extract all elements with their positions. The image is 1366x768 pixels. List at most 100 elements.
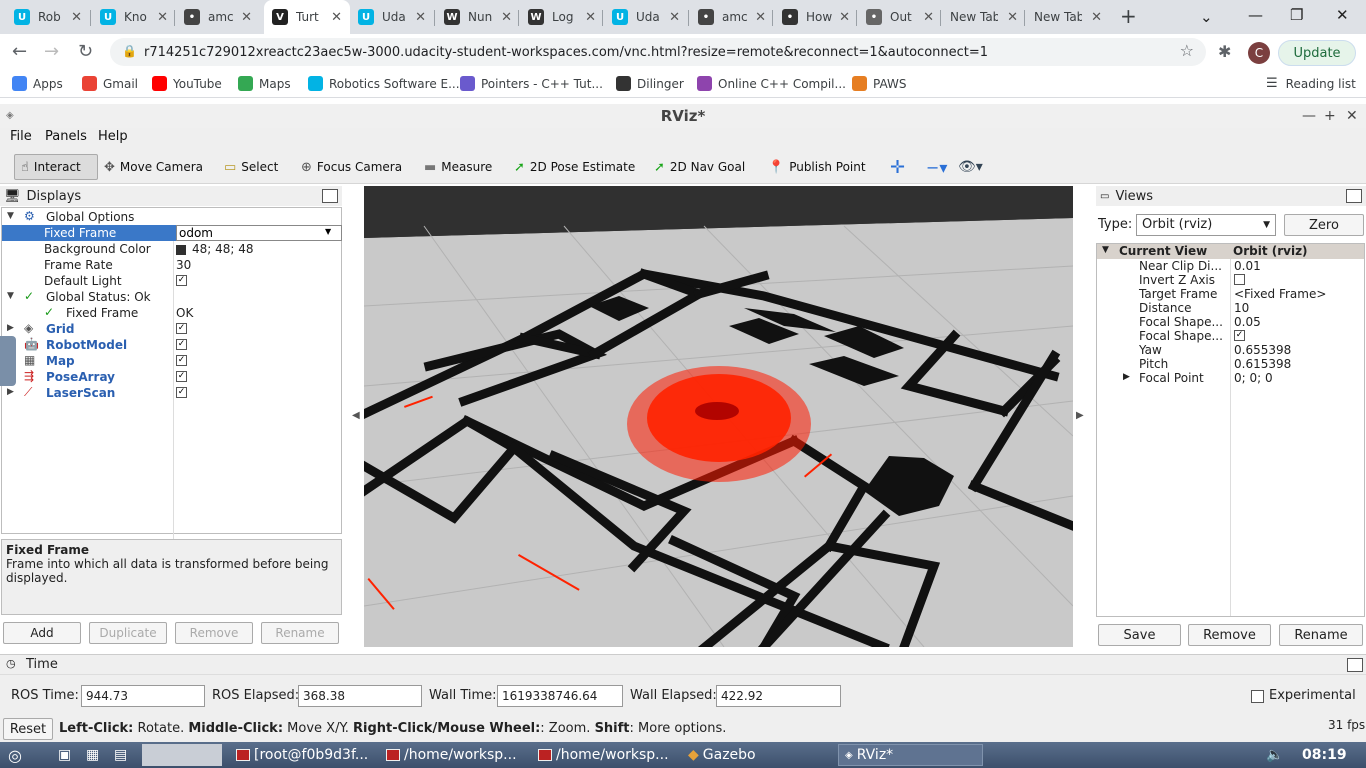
save-view-button[interactable]: Save: [1098, 624, 1181, 646]
tool-2d-pose-estimate[interactable]: ➚ 2D Pose Estimate: [514, 154, 635, 180]
view-prop-checkbox[interactable]: ✓: [1234, 330, 1245, 341]
tab-close-icon[interactable]: ✕: [71, 10, 82, 25]
new-tab-button[interactable]: +: [1120, 4, 1137, 28]
ros-time-field[interactable]: 944.73: [81, 685, 205, 707]
add-tool-plus-icon[interactable]: ✛: [890, 154, 905, 180]
display-row-map[interactable]: ▶▦Map✓: [2, 353, 342, 369]
tool-select[interactable]: ▭ Select: [224, 154, 278, 180]
display-row-global-status-ok[interactable]: ▼ ✓ Global Status: Ok: [2, 289, 342, 305]
tab-close-icon[interactable]: ✕: [501, 10, 512, 25]
file-manager-icon[interactable]: ▣: [58, 744, 71, 766]
tab-close-icon[interactable]: ✕: [1007, 10, 1018, 25]
tab-close-icon[interactable]: ✕: [923, 10, 934, 25]
remove-tool-minus-icon[interactable]: −▾: [926, 154, 947, 180]
extensions-puzzle-icon[interactable]: ✱: [1218, 42, 1231, 61]
browser-tab[interactable]: U Kno ✕: [92, 0, 176, 34]
rviz-3d-viewport[interactable]: [364, 186, 1073, 647]
display-row-laserscan[interactable]: ▶ ⟋ LaserScan ✓: [2, 385, 342, 401]
expand-down-arrow-icon[interactable]: ▼: [7, 291, 14, 301]
tab-close-icon[interactable]: ✕: [669, 10, 680, 25]
browser-tab[interactable]: W Log ✕: [520, 0, 604, 34]
view-prop-row[interactable]: Distance 10: [1097, 301, 1364, 315]
display-row-frame-rate[interactable]: Frame Rate 30: [2, 257, 342, 273]
taskbar-window[interactable]: [root@f0b9d3f...: [236, 744, 368, 766]
view-prop-row[interactable]: Target Frame <Fixed Frame>: [1097, 287, 1364, 301]
tab-close-icon[interactable]: ✕: [585, 10, 596, 25]
bookmark-item[interactable]: Online C++ Compil...: [697, 76, 846, 91]
forward-arrow-icon[interactable]: →: [44, 41, 59, 62]
terminal-launcher-icon[interactable]: ▤: [114, 744, 127, 766]
browser-tab[interactable]: U Rob ✕: [6, 0, 90, 34]
collapse-left-arrow-icon[interactable]: ◀: [352, 410, 360, 421]
bookmark-item[interactable]: Pointers - C++ Tut...: [460, 76, 603, 91]
collapse-right-arrow-icon[interactable]: ▶: [1076, 410, 1084, 421]
display-enabled-checkbox[interactable]: ✓: [176, 387, 187, 398]
experimental-checkbox[interactable]: [1251, 690, 1264, 703]
menu-file[interactable]: File: [10, 129, 32, 144]
reading-list-button[interactable]: ☰ Reading list: [1266, 76, 1356, 91]
browser-tab[interactable]: V Turt ✕: [264, 0, 350, 34]
ros-elapsed-field[interactable]: 368.38: [298, 685, 422, 707]
bookmark-item[interactable]: YouTube: [152, 76, 222, 91]
taskbar-window[interactable]: /home/worksp...: [538, 744, 669, 766]
tab-close-icon[interactable]: ✕: [755, 10, 766, 25]
tab-close-icon[interactable]: ✕: [839, 10, 850, 25]
views-undock-checkbox[interactable]: [1346, 189, 1362, 203]
view-prop-row[interactable]: Focal Shape... 0.05: [1097, 315, 1364, 329]
bookmark-item[interactable]: Maps: [238, 76, 291, 91]
displays-undock-checkbox[interactable]: [322, 189, 338, 203]
rviz-maximize-button[interactable]: +: [1324, 104, 1336, 128]
volume-icon[interactable]: 🔈: [1266, 744, 1283, 766]
bookmark-item[interactable]: Gmail: [82, 76, 138, 91]
display-row-background-color[interactable]: Background Color 48; 48; 48: [2, 241, 342, 257]
display-row-global-options[interactable]: ▼ ⚙ Global Options: [2, 209, 342, 225]
display-enabled-checkbox[interactable]: ✓: [176, 355, 187, 366]
profile-avatar[interactable]: C: [1248, 42, 1270, 64]
display-enabled-checkbox[interactable]: ✓: [176, 323, 187, 334]
bookmark-item[interactable]: Apps: [12, 76, 63, 91]
view-prop-row[interactable]: ▶ Focal Point 0; 0; 0: [1097, 371, 1364, 385]
start-menu-icon[interactable]: ◎: [8, 744, 22, 766]
display-row-fixed-frame[interactable]: Fixed Frame odom ▼: [2, 225, 342, 241]
bookmark-star-icon[interactable]: ☆: [1180, 41, 1194, 60]
display-row-default-light[interactable]: Default Light ✓: [2, 273, 342, 289]
rename-display-button[interactable]: Rename: [261, 622, 339, 644]
current-view-row[interactable]: ▼ Current View Orbit (rviz): [1097, 244, 1364, 259]
display-row-fixed-frame[interactable]: ✓ Fixed Frame OK: [2, 305, 342, 321]
bookmark-item[interactable]: PAWS: [852, 76, 907, 91]
tab-close-icon[interactable]: ✕: [157, 10, 168, 25]
browser-tab[interactable]: W Nun ✕: [436, 0, 520, 34]
expand-right-arrow-icon[interactable]: ▶: [7, 323, 14, 333]
tool-2d-nav-goal[interactable]: ➚ 2D Nav Goal: [654, 154, 745, 180]
display-row-posearray[interactable]: ▶⇶PoseArray✓: [2, 369, 342, 385]
duplicate-display-button[interactable]: Duplicate: [89, 622, 167, 644]
view-prop-row[interactable]: Near Clip Di... 0.01: [1097, 259, 1364, 273]
address-bar[interactable]: 🔒 r714251c729012xreactc23aec5w-3000.udac…: [110, 38, 1206, 66]
system-settings-icon[interactable]: ▦: [86, 744, 99, 766]
side-dock-handle[interactable]: [0, 336, 16, 386]
update-button[interactable]: Update: [1278, 40, 1356, 66]
rviz-close-button[interactable]: ✕: [1346, 104, 1358, 128]
view-prop-row[interactable]: Invert Z Axis: [1097, 273, 1364, 287]
fixed-frame-dropdown-arrow-icon[interactable]: ▼: [325, 227, 331, 236]
tool-move-camera[interactable]: ✥ Move Camera: [104, 154, 203, 180]
rename-view-button[interactable]: Rename: [1279, 624, 1363, 646]
browser-tab[interactable]: New Tab ✕: [942, 0, 1026, 34]
browser-tab[interactable]: • amc ✕: [690, 0, 774, 34]
taskbar-window[interactable]: ◆ Gazebo: [688, 744, 756, 766]
reload-icon[interactable]: ↻: [78, 41, 93, 62]
tab-close-icon[interactable]: ✕: [1091, 10, 1102, 25]
rviz-minimize-button[interactable]: —: [1302, 104, 1316, 128]
browser-tab[interactable]: • How ✕: [774, 0, 858, 34]
tool-publish-point[interactable]: 📍 Publish Point: [768, 154, 866, 180]
taskbar-window[interactable]: ◈ RViz*: [838, 744, 983, 766]
tab-search-icon[interactable]: ⌄: [1200, 8, 1213, 26]
back-arrow-icon[interactable]: ←: [12, 41, 27, 62]
workspace-switcher[interactable]: [142, 744, 222, 766]
bookmark-item[interactable]: Dilinger: [616, 76, 684, 91]
browser-tab[interactable]: • Out ✕: [858, 0, 942, 34]
browser-tab[interactable]: New Tab ✕: [1026, 0, 1110, 34]
background-color-value[interactable]: 48; 48; 48: [176, 242, 254, 256]
view-prop-row[interactable]: Yaw 0.655398: [1097, 343, 1364, 357]
menu-panels[interactable]: Panels: [45, 129, 87, 144]
